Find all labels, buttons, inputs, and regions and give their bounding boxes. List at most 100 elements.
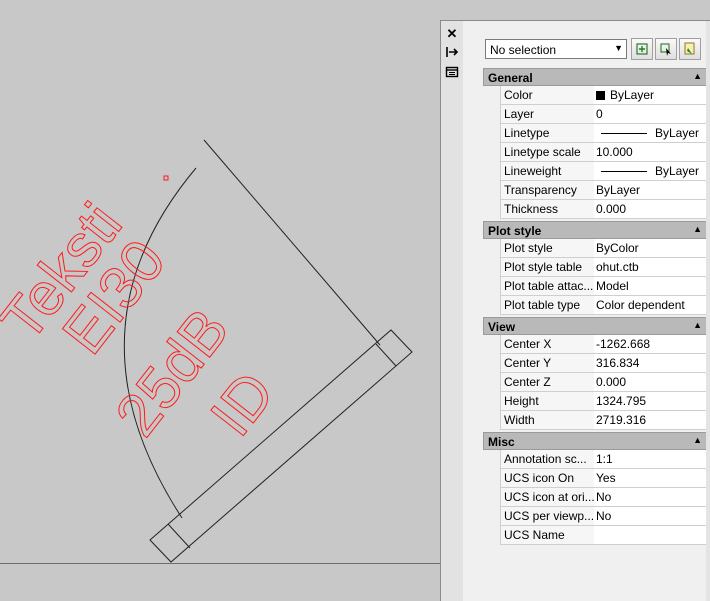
property-value[interactable]: Yes bbox=[594, 469, 710, 488]
row-gutter bbox=[483, 124, 500, 143]
property-name: Plot table attac... bbox=[500, 277, 595, 296]
model-space-bottom-strip bbox=[0, 563, 440, 601]
property-name: Thickness bbox=[500, 200, 595, 219]
property-value-text: ohut.ctb bbox=[596, 260, 639, 274]
row-gutter bbox=[483, 392, 500, 411]
property-value[interactable]: ByLayer bbox=[594, 181, 710, 200]
property-row[interactable]: Lineweight ByLayer bbox=[483, 162, 710, 181]
property-row[interactable]: UCS icon On Yes bbox=[483, 469, 710, 488]
row-gutter bbox=[483, 354, 500, 373]
object-type-dropdown[interactable]: No selection ▼ bbox=[485, 39, 627, 59]
property-value[interactable]: ByLayer bbox=[594, 124, 710, 143]
collapse-icon[interactable]: ▲ bbox=[693, 435, 702, 445]
auto-hide-icon[interactable] bbox=[445, 45, 459, 59]
collapse-icon[interactable]: ▲ bbox=[693, 320, 702, 330]
property-value[interactable]: Model bbox=[594, 277, 710, 296]
property-value-text: Model bbox=[596, 279, 629, 293]
row-gutter bbox=[483, 86, 500, 105]
row-gutter bbox=[483, 239, 500, 258]
property-row[interactable]: Width 2719.316 bbox=[483, 411, 710, 430]
property-value[interactable]: 1324.795 bbox=[594, 392, 710, 411]
drawing-canvas[interactable]: Teksti EI30 25dB ID bbox=[0, 0, 440, 600]
close-icon[interactable]: ✕ bbox=[445, 27, 459, 41]
linetype-preview-icon bbox=[601, 171, 647, 172]
property-row[interactable]: Layer 0 bbox=[483, 105, 710, 124]
property-value[interactable]: 2719.316 bbox=[594, 411, 710, 430]
property-value[interactable]: -1262.668 bbox=[594, 335, 710, 354]
property-name: Width bbox=[500, 411, 595, 430]
section-header[interactable]: Plot style ▲ bbox=[483, 221, 710, 239]
property-row[interactable]: Linetype scale 10.000 bbox=[483, 143, 710, 162]
properties-menu-icon[interactable] bbox=[445, 65, 459, 79]
property-value-text: ByLayer bbox=[610, 88, 655, 102]
quick-select-button[interactable] bbox=[679, 38, 701, 60]
property-value[interactable]: ohut.ctb bbox=[594, 258, 710, 277]
property-name: Annotation sc... bbox=[500, 450, 595, 469]
property-row[interactable]: Linetype ByLayer bbox=[483, 124, 710, 143]
row-gutter bbox=[483, 335, 500, 354]
property-value[interactable]: ByColor bbox=[594, 239, 710, 258]
property-value-text: -1262.668 bbox=[596, 337, 651, 351]
property-value[interactable]: ByLayer bbox=[594, 162, 710, 181]
row-gutter bbox=[483, 258, 500, 277]
property-row[interactable]: Center X -1262.668 bbox=[483, 335, 710, 354]
row-gutter bbox=[483, 450, 500, 469]
property-value[interactable] bbox=[594, 526, 710, 545]
property-value-text: 10.000 bbox=[596, 145, 633, 159]
property-row[interactable]: UCS Name bbox=[483, 526, 710, 545]
property-row[interactable]: Center Z 0.000 bbox=[483, 373, 710, 392]
property-row[interactable]: Height 1324.795 bbox=[483, 392, 710, 411]
property-row[interactable]: UCS icon at ori... No bbox=[483, 488, 710, 507]
palette-content: No selection ▼ General ▲ Color ByLayer Layer… bbox=[463, 21, 710, 601]
row-gutter bbox=[483, 507, 500, 526]
row-gutter bbox=[483, 296, 500, 315]
section-title: General bbox=[488, 71, 533, 85]
property-row[interactable]: Thickness 0.000 bbox=[483, 200, 710, 219]
drawing-area[interactable]: Teksti EI30 25dB ID bbox=[0, 0, 440, 600]
section-view: View ▲ Center X -1262.668 Center Y 316.834 Cen… bbox=[483, 317, 710, 430]
palette-edge bbox=[706, 21, 710, 601]
property-value[interactable]: 1:1 bbox=[594, 450, 710, 469]
section-header[interactable]: General ▲ bbox=[483, 68, 710, 86]
text-grip[interactable] bbox=[163, 175, 169, 181]
property-row[interactable]: Plot table attac... Model bbox=[483, 277, 710, 296]
chevron-down-icon: ▼ bbox=[614, 43, 623, 53]
property-value[interactable]: 0 bbox=[594, 105, 710, 124]
property-name: UCS icon On bbox=[500, 469, 595, 488]
property-value[interactable]: 0.000 bbox=[594, 200, 710, 219]
property-value-text: No bbox=[596, 509, 612, 523]
select-objects-button[interactable] bbox=[655, 38, 677, 60]
property-name: Lineweight bbox=[500, 162, 595, 181]
property-value-text: No bbox=[596, 490, 612, 504]
property-row[interactable]: Transparency ByLayer bbox=[483, 181, 710, 200]
property-row[interactable]: Annotation sc... 1:1 bbox=[483, 450, 710, 469]
property-value[interactable]: 316.834 bbox=[594, 354, 710, 373]
property-value[interactable]: No bbox=[594, 507, 710, 526]
toggle-pickadd-button[interactable] bbox=[631, 38, 653, 60]
property-row[interactable]: Plot table type Color dependent bbox=[483, 296, 710, 315]
property-row[interactable]: Center Y 316.834 bbox=[483, 354, 710, 373]
row-gutter bbox=[483, 373, 500, 392]
property-value-text: 316.834 bbox=[596, 356, 640, 370]
row-gutter bbox=[483, 105, 500, 124]
collapse-icon[interactable]: ▲ bbox=[693, 224, 702, 234]
property-row[interactable]: Color ByLayer bbox=[483, 86, 710, 105]
section-header[interactable]: Misc ▲ bbox=[483, 432, 710, 450]
property-value[interactable]: Color dependent bbox=[594, 296, 710, 315]
property-name: UCS per viewp... bbox=[500, 507, 595, 526]
property-value[interactable]: 0.000 bbox=[594, 373, 710, 392]
property-value[interactable]: No bbox=[594, 488, 710, 507]
palette-title-bar[interactable]: ✕ bbox=[441, 21, 464, 601]
quick-select-icon bbox=[684, 42, 695, 55]
property-row[interactable]: UCS per viewp... No bbox=[483, 507, 710, 526]
property-value[interactable]: ByLayer bbox=[594, 86, 710, 105]
property-name: Linetype bbox=[500, 124, 595, 143]
property-name: Center Z bbox=[500, 373, 595, 392]
property-row[interactable]: Plot style ByColor bbox=[483, 239, 710, 258]
section-header[interactable]: View ▲ bbox=[483, 317, 710, 335]
property-value[interactable]: 10.000 bbox=[594, 143, 710, 162]
panel-divider-left bbox=[167, 523, 191, 549]
collapse-icon[interactable]: ▲ bbox=[693, 71, 702, 81]
property-row[interactable]: Plot style table ohut.ctb bbox=[483, 258, 710, 277]
property-name: Center X bbox=[500, 335, 595, 354]
